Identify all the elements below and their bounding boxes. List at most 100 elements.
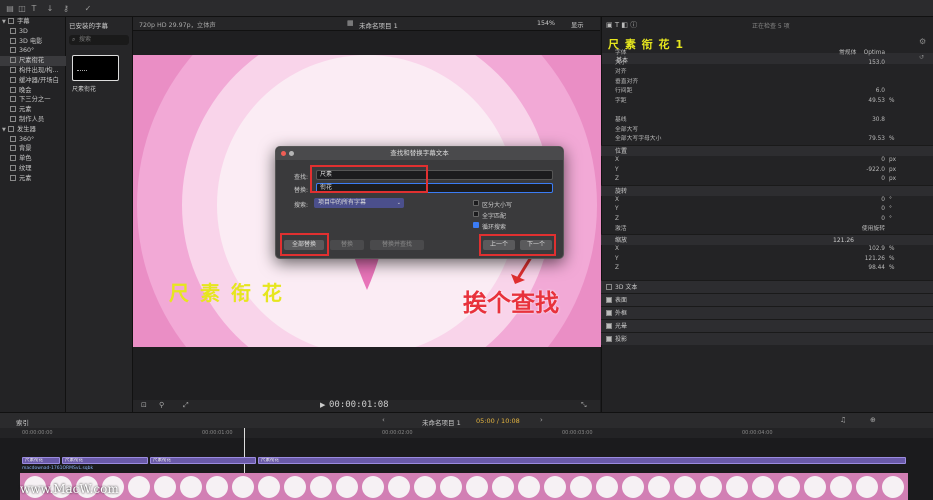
check-icon[interactable]: ✓	[82, 2, 94, 14]
zoom-level[interactable]: 154%	[537, 20, 555, 27]
inspector-row-value[interactable]: 102.9	[868, 245, 885, 255]
play-icon[interactable]: ▶	[320, 401, 325, 409]
sidebar-item[interactable]: 360°	[0, 46, 66, 56]
inspector-section-header[interactable]: 旋转	[601, 184, 933, 196]
transform-icon[interactable]: ⊡	[141, 401, 147, 409]
replace-button[interactable]: 替换	[330, 240, 364, 250]
section-checkbox[interactable]	[606, 323, 612, 329]
inspector-row-label: 字距	[615, 98, 627, 104]
back-icon[interactable]: ‹	[382, 416, 385, 424]
sidebar-list: ▼ 字幕 3D 3D 电影 360° 尺素衔花 构件出现/构... 缓冲器/开场白 晚会 下三分之…	[0, 17, 66, 184]
video-frame-thumbnail	[362, 476, 384, 498]
zoom-icon[interactable]: ⊕	[870, 416, 876, 424]
inspector-section-header[interactable]: 位置	[601, 145, 933, 156]
inspector-collapsed-section[interactable]: 3D 文本	[601, 280, 933, 293]
photos-icon[interactable]: ◫	[16, 2, 28, 14]
inspector-row-value[interactable]: 30.8	[872, 116, 885, 126]
minimize-button[interactable]	[289, 151, 294, 156]
sidebar-item-label: 360°	[19, 47, 35, 55]
inspector-row-value[interactable]: 0	[881, 205, 885, 215]
sidebar-item[interactable]: 下三分之一	[0, 95, 66, 105]
section-checkbox[interactable]	[606, 284, 612, 290]
title-item-icon	[10, 27, 16, 34]
titles-icon[interactable]: T	[28, 2, 40, 14]
sidebar-item[interactable]: 缓冲器/开场白	[0, 76, 66, 86]
title-clip[interactable]: 尺素衔花	[62, 457, 148, 464]
inspector-row: Z 0 °	[601, 215, 933, 225]
close-button[interactable]	[281, 151, 286, 156]
expand-icon[interactable]: ⤡	[581, 401, 587, 410]
speed-icon[interactable]: ⚲	[159, 401, 164, 409]
forward-icon[interactable]: ›	[540, 416, 543, 424]
whole-word-checkbox[interactable]	[473, 211, 479, 217]
inspector-row-value[interactable]: 0	[881, 215, 885, 225]
sidebar-item[interactable]: 晚会	[0, 86, 66, 96]
clip-thumbnail[interactable]	[72, 55, 119, 81]
sidebar-item[interactable]: 元素	[0, 174, 66, 184]
sidebar-item[interactable]: ▼ 发生器	[0, 125, 66, 135]
inspector-row-value[interactable]: 0	[881, 156, 885, 166]
sidebar-item[interactable]: 构件出现/构...	[0, 66, 66, 76]
canvas-title-text[interactable]: 尺 素 衔 花	[169, 277, 284, 306]
fullscreen-icon[interactable]: ⤢	[183, 401, 189, 410]
replace-and-find-button[interactable]: 替换并查找	[370, 240, 424, 250]
search-scope-label: 搜索:	[294, 202, 309, 209]
title-item-icon	[10, 115, 16, 122]
inspector-row-value[interactable]: 49.53	[868, 97, 885, 107]
case-checkbox[interactable]	[473, 200, 479, 206]
inspector-row-value[interactable]: 0	[881, 175, 885, 185]
inspector-row: 全部大写	[601, 126, 933, 136]
sidebar-item[interactable]: ▼ 字幕	[0, 17, 66, 27]
keyword-icon[interactable]: ⚷	[60, 2, 72, 14]
inspector-collapsed-section[interactable]: 外框	[601, 306, 933, 319]
title-inspector-icon[interactable]: ▣	[606, 21, 613, 29]
inspector-row-unit: °	[889, 196, 892, 203]
index-button[interactable]: 索引	[16, 417, 29, 427]
inspector-row-value[interactable]: 98.44	[868, 264, 885, 274]
section-checkbox[interactable]	[606, 336, 612, 342]
sidebar-item[interactable]: 元素	[0, 105, 66, 115]
search-scope-select[interactable]: 项目中的所有字幕 ⌄	[314, 198, 404, 208]
title-clip[interactable]: 尺素衔花	[258, 457, 906, 464]
sidebar-item[interactable]: 制作人员	[0, 115, 66, 125]
search-input[interactable]: 搜索	[69, 35, 129, 45]
settings-icon[interactable]: ⚙	[919, 37, 926, 46]
inspector-row-value[interactable]: 121.26	[865, 255, 885, 265]
sidebar-item[interactable]: 单色	[0, 154, 66, 164]
inspector-row-value[interactable]: 153.0	[868, 59, 885, 69]
title-clip[interactable]: 尺素衔花	[150, 457, 256, 464]
library-icon[interactable]: ▤	[4, 2, 16, 14]
inspector-row: 字距 49.53%	[601, 97, 933, 107]
ruler-tick-label: 00:00:04:00	[742, 430, 773, 436]
inspector-row: 基线 30.8	[601, 116, 933, 126]
ruler-tick-label: 00:00:00:00	[22, 430, 53, 436]
inspector-collapsed-section[interactable]: 投影	[601, 332, 933, 345]
inspector-collapsed-section[interactable]: 表面	[601, 293, 933, 306]
inspector-collapsed-section[interactable]: 光晕	[601, 319, 933, 332]
dialog-titlebar: 查找和替换字幕文本	[276, 147, 563, 160]
sidebar-item[interactable]: 3D 电影	[0, 37, 66, 47]
inspector-row-extra[interactable]: 常规体	[839, 49, 856, 59]
inspector-row-value[interactable]: -922.0	[866, 166, 885, 176]
title-clip[interactable]: 尺素衔花	[22, 457, 60, 464]
loop-checkbox[interactable]	[473, 222, 479, 228]
display-menu[interactable]: 显示	[571, 20, 584, 29]
inspector-row-value[interactable]: 6.0	[876, 87, 885, 97]
sidebar-item[interactable]: 尺素衔花	[0, 56, 66, 66]
inspector-row-value[interactable]: 0	[881, 196, 885, 206]
video-inspector-icon[interactable]: ◧	[621, 21, 628, 29]
text-inspector-icon[interactable]: T	[615, 21, 619, 29]
inspector-row-value[interactable]: 79.53	[868, 135, 885, 145]
sidebar-item[interactable]: 背景	[0, 144, 66, 154]
section-checkbox[interactable]	[606, 297, 612, 303]
section-checkbox[interactable]	[606, 310, 612, 316]
sidebar-item[interactable]: 3D	[0, 27, 66, 37]
sidebar-item[interactable]: 纹理	[0, 164, 66, 174]
info-icon[interactable]: ⓘ	[630, 21, 637, 29]
import-icon[interactable]: ↓	[44, 2, 56, 14]
inspector-row-value[interactable]: 使用旋转	[862, 225, 885, 235]
sidebar-item[interactable]: 360°	[0, 135, 66, 145]
inspector-row-value[interactable]: Optima	[864, 49, 885, 59]
scale-section-header[interactable]: 缩放 121.26	[601, 234, 933, 246]
audio-icon[interactable]: ♫	[840, 416, 846, 424]
